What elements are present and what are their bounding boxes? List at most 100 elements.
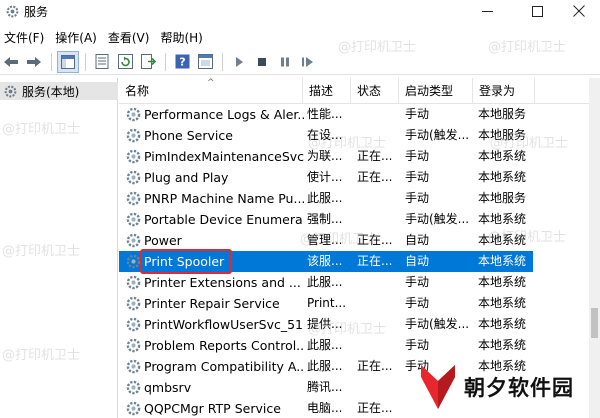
- services-gear-icon: [4, 3, 20, 19]
- service-log-on-as: 本地系统: [478, 149, 527, 163]
- service-gear-icon: [125, 190, 142, 207]
- service-description: 此服...: [307, 191, 343, 205]
- service-name: Printer Extensions and ...: [144, 275, 301, 290]
- console-icon[interactable]: [194, 51, 216, 73]
- forward-arrow-icon[interactable]: [23, 51, 45, 73]
- pause-service-icon[interactable]: [274, 51, 296, 73]
- table-row[interactable]: Performance Logs & Aler... 性能... 手动 本地服务: [119, 104, 589, 125]
- table-row[interactable]: Printer Extensions and ... 此服... 手动 本地系统: [119, 272, 589, 293]
- close-button[interactable]: [556, 0, 600, 22]
- service-description: 提供...: [307, 317, 343, 331]
- service-log-on-as: 本地系统: [478, 296, 527, 310]
- service-name: PNRP Machine Name Pu...: [144, 191, 304, 206]
- service-gear-icon: [125, 316, 142, 333]
- service-status: [357, 188, 401, 209]
- service-startup-type: 自动: [405, 254, 430, 268]
- service-status: [357, 314, 401, 335]
- service-name: PimIndexMaintenanceSvc...: [144, 149, 304, 164]
- services-gear-icon: [3, 84, 18, 99]
- menu-help[interactable]: 帮助(H): [156, 29, 209, 46]
- service-description: Print...: [307, 296, 347, 310]
- service-log-on-as: 本地系统: [478, 338, 527, 352]
- table-row[interactable]: PrintWorkflowUserSvc_51... 提供... 手动(触发... 本…: [119, 314, 589, 335]
- service-startup-type: 手动: [405, 149, 430, 163]
- service-startup-type: 手动: [405, 107, 430, 121]
- table-row[interactable]: Portable Device Enumera... 强制... 手动(触发... 本…: [119, 209, 589, 230]
- service-gear-icon: [125, 148, 142, 165]
- properties-sheet-icon[interactable]: [91, 51, 113, 73]
- console-tree: 服务(本地): [0, 78, 118, 418]
- service-status: 正在...: [357, 401, 393, 415]
- service-name: Power: [144, 233, 182, 248]
- table-row[interactable]: Problem Reports Control... 此服... 手动 本地系统: [119, 335, 589, 356]
- service-description: 此服...: [307, 275, 343, 289]
- service-log-on-as: 本地系统: [478, 275, 527, 289]
- column-header-description[interactable]: 描述: [303, 78, 351, 104]
- service-gear-icon: [125, 337, 142, 354]
- service-status: 正在...: [357, 170, 393, 184]
- service-name: Problem Reports Control...: [144, 338, 304, 353]
- service-gear-icon: [125, 358, 142, 375]
- brand-logo-icon: [418, 363, 458, 411]
- service-name: PrintWorkflowUserSvc_51...: [144, 317, 304, 332]
- service-gear-icon: [125, 211, 142, 228]
- service-name: Portable Device Enumera...: [144, 212, 304, 227]
- minimize-button[interactable]: [464, 0, 510, 22]
- service-gear-icon: [125, 106, 142, 123]
- table-row[interactable]: Printer Repair Service Print... 手动 本地系统: [119, 293, 589, 314]
- brand-watermark: 朝夕软件园: [418, 356, 600, 418]
- service-startup-type: 手动(触发...: [405, 128, 470, 142]
- scrollbar-thumb[interactable]: [591, 308, 598, 338]
- service-gear-icon: [125, 274, 142, 291]
- service-name: QQPCMgr RTP Service: [144, 401, 281, 416]
- table-row[interactable]: PNRP Machine Name Pu... 此服... 手动 本地服务: [119, 188, 589, 209]
- service-description: 电脑...: [307, 401, 343, 415]
- export-list-icon[interactable]: [137, 51, 159, 73]
- column-header-startup-type[interactable]: 启动类型: [399, 78, 473, 104]
- help-icon[interactable]: ?: [171, 51, 193, 73]
- restart-service-icon[interactable]: [297, 51, 319, 73]
- column-header-status[interactable]: 状态: [351, 78, 399, 104]
- table-row[interactable]: Plug and Play 使计... 正在... 手动 本地系统: [119, 167, 589, 188]
- service-status: 正在...: [357, 359, 393, 373]
- service-status: [357, 335, 401, 356]
- service-log-on-as: 本地系统: [478, 212, 527, 226]
- service-status: [357, 293, 401, 314]
- service-description: 此服...: [307, 338, 343, 352]
- refresh-icon[interactable]: [114, 51, 136, 73]
- column-header-log-on-as[interactable]: 登录为: [473, 78, 535, 104]
- service-gear-icon: [125, 232, 142, 249]
- service-name: Phone Service: [144, 128, 233, 143]
- service-log-on-as: 本地系统: [478, 254, 527, 268]
- service-status: 正在...: [357, 149, 393, 163]
- table-row[interactable]: Power 管理... 正在... 自动 本地系统: [119, 230, 589, 251]
- menu-view[interactable]: 查看(V): [104, 29, 157, 46]
- service-gear-icon: [125, 169, 142, 186]
- service-startup-type: 手动(触发...: [405, 212, 470, 226]
- table-row[interactable]: Phone Service 在设... 手动(触发... 本地服务: [119, 125, 589, 146]
- service-status: 正在...: [357, 233, 393, 247]
- show-tree-icon[interactable]: [57, 50, 79, 73]
- title-bar: 服务: [0, 0, 600, 22]
- column-header-name[interactable]: 名称: [119, 78, 303, 104]
- maximize-button[interactable]: [514, 0, 560, 22]
- back-arrow-icon[interactable]: [0, 51, 22, 73]
- table-row-selected[interactable]: Print Spooler 该服... 正在... 自动 本地系统: [119, 249, 589, 274]
- toolbar-separator: [165, 52, 166, 71]
- stop-service-icon[interactable]: [251, 51, 273, 73]
- start-service-icon[interactable]: [228, 51, 250, 73]
- service-status: 正在...: [357, 254, 393, 268]
- menu-action[interactable]: 操作(A): [51, 29, 104, 46]
- service-gear-icon: [125, 295, 142, 312]
- service-status: [357, 377, 401, 398]
- tree-item-services-local[interactable]: 服务(本地): [0, 82, 118, 100]
- service-name: Performance Logs & Aler...: [144, 107, 304, 122]
- service-log-on-as: 本地服务: [478, 191, 527, 205]
- menu-file[interactable]: 文件(F): [0, 29, 51, 46]
- toolbar: ?: [0, 49, 600, 75]
- table-row[interactable]: PimIndexMaintenanceSvc... 为联... 正在... 手动 本地系…: [119, 146, 589, 167]
- column-header-row: ^ 名称 描述 状态 启动类型 登录为: [119, 78, 589, 104]
- service-status: [357, 125, 401, 146]
- svg-text:?: ?: [179, 56, 185, 69]
- service-startup-type: 手动(触发...: [405, 317, 470, 331]
